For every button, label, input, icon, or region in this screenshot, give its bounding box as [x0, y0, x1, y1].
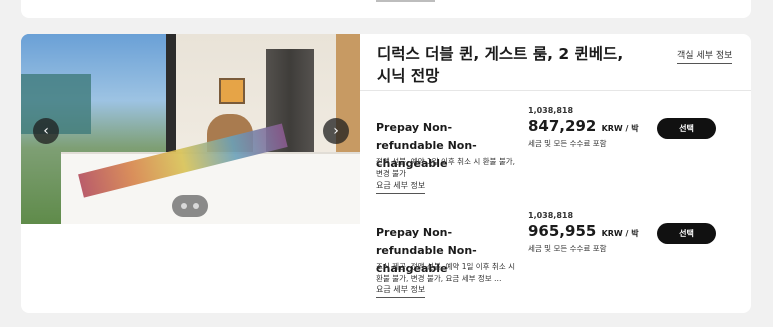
price-unit: KRW / 박 — [601, 229, 639, 238]
select-button[interactable]: 선택 — [657, 223, 716, 244]
chevron-right-icon[interactable]: › — [323, 118, 349, 144]
room-details-link[interactable]: 객실 세부 정보 — [677, 48, 733, 64]
price-value: 965,955 — [528, 222, 597, 240]
current-price: 847,292 KRW / 박 — [528, 117, 639, 135]
rate-description: 조식 제공, 전액 선불, 예약 1일 이후 취소 시 환불 불가, 변경 불가… — [376, 262, 516, 283]
price-unit: KRW / 박 — [601, 124, 639, 133]
tax-note: 세금 및 모든 수수료 포함 — [528, 244, 607, 253]
carousel-dots[interactable] — [172, 195, 208, 217]
original-price: 1,038,818 — [528, 106, 574, 115]
rate-option: Prepay Non-refundable Non-changeable 전액 … — [376, 106, 751, 206]
chevron-left-icon[interactable]: ‹ — [33, 118, 59, 144]
rate-option: Prepay Non-refundable Non-changeable 조식 … — [376, 211, 751, 311]
rate-description: 전액 선불, 예약 1일 이후 취소 시 환불 불가, 변경 불가 — [376, 157, 516, 178]
divider — [360, 90, 751, 91]
select-button[interactable]: 선택 — [657, 118, 716, 139]
room-photo-carousel[interactable]: ‹ › — [21, 34, 360, 224]
original-price: 1,038,818 — [528, 211, 574, 220]
carousel-dot[interactable] — [181, 203, 187, 209]
current-price: 965,955 KRW / 박 — [528, 222, 639, 240]
rate-details-link[interactable]: 요금 세부 정보 — [376, 180, 426, 194]
tax-note: 세금 및 모든 수수료 포함 — [528, 139, 607, 148]
carousel-dot[interactable] — [193, 203, 199, 209]
price-value: 847,292 — [528, 117, 597, 135]
rate-details-link[interactable]: 요금 세부 정보 — [376, 284, 426, 298]
wall-art — [219, 78, 245, 104]
room-title: 디럭스 더블 퀸, 게스트 룸, 2 퀸베드, 시닉 전망 — [377, 45, 624, 85]
previous-card-link-underline — [376, 0, 435, 2]
room-card: ‹ › 디럭스 더블 퀸, 게스트 룸, 2 퀸베드, 시닉 전망 객실 세부 … — [21, 34, 751, 313]
previous-room-card — [21, 0, 751, 18]
